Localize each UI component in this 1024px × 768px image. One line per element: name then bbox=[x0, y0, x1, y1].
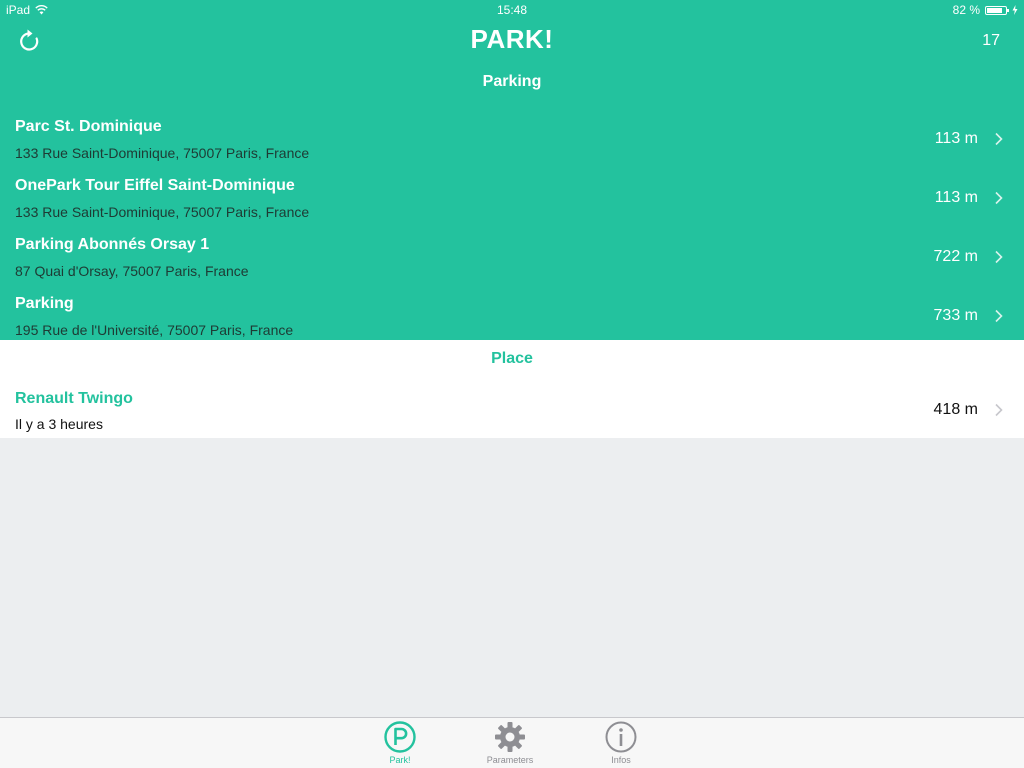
tab-parameters[interactable]: Parameters bbox=[470, 718, 550, 768]
parking-name: Parc St. Dominique bbox=[15, 118, 162, 135]
parking-distance: 113 m bbox=[934, 130, 978, 147]
refresh-button[interactable] bbox=[16, 28, 42, 54]
parking-distance: 733 m bbox=[933, 307, 978, 324]
parking-name: Parking bbox=[15, 295, 74, 312]
battery-level bbox=[987, 7, 1002, 13]
parking-address: 195 Rue de l'Université, 75007 Paris, Fr… bbox=[15, 322, 294, 338]
parking-row[interactable]: OnePark Tour Eiffel Saint-Dominique 133 … bbox=[0, 167, 1024, 226]
tab-bar: Park! Parameters Infos bbox=[0, 717, 1024, 768]
gear-icon bbox=[495, 722, 525, 752]
place-row[interactable]: Renault Twingo Il y a 3 heures 418 m bbox=[0, 385, 1024, 444]
tab-label: Infos bbox=[611, 755, 631, 765]
parking-distance: 722 m bbox=[933, 248, 978, 265]
section-header-parking: Parking bbox=[482, 73, 542, 90]
battery-icon bbox=[985, 5, 1009, 15]
parking-row[interactable]: Parking Abonnés Orsay 1 87 Quai d'Orsay,… bbox=[0, 226, 1024, 285]
place-name: Renault Twingo bbox=[15, 390, 133, 407]
nav-count: 17 bbox=[982, 32, 1000, 49]
parking-icon bbox=[384, 721, 416, 753]
battery-percent: 82 % bbox=[952, 3, 980, 17]
navigation-bar: PARK! 17 bbox=[0, 20, 1024, 64]
tab-infos[interactable]: Infos bbox=[581, 718, 661, 768]
parking-address: 87 Quai d'Orsay, 75007 Paris, France bbox=[15, 263, 249, 279]
chevron-right-icon bbox=[995, 309, 1003, 323]
parking-row[interactable]: Parking 195 Rue de l'Université, 75007 P… bbox=[0, 285, 1024, 344]
chevron-right-icon bbox=[995, 250, 1003, 264]
chevron-right-icon bbox=[995, 403, 1003, 417]
tab-label: Parameters bbox=[486, 755, 534, 765]
refresh-icon bbox=[20, 29, 39, 51]
battery-tip bbox=[1007, 8, 1009, 12]
app-title: PARK! bbox=[470, 24, 554, 54]
status-right: 82 % bbox=[953, 3, 1018, 17]
parking-address: 133 Rue Saint-Dominique, 75007 Paris, Fr… bbox=[15, 204, 310, 220]
parking-list: Parc St. Dominique 133 Rue Saint-Dominiq… bbox=[0, 108, 1024, 344]
parking-row[interactable]: Parc St. Dominique 133 Rue Saint-Dominiq… bbox=[0, 108, 1024, 167]
place-distance: 418 m bbox=[933, 401, 978, 418]
charging-icon bbox=[1012, 5, 1018, 15]
section-header-place: Place bbox=[491, 350, 533, 367]
parking-name: OnePark Tour Eiffel Saint-Dominique bbox=[15, 177, 295, 194]
chevron-right-icon bbox=[995, 132, 1003, 146]
parking-address: 133 Rue Saint-Dominique, 75007 Paris, Fr… bbox=[15, 145, 310, 161]
tab-label: Park! bbox=[389, 755, 411, 765]
place-time-ago: Il y a 3 heures bbox=[15, 416, 103, 432]
tab-park[interactable]: Park! bbox=[360, 718, 440, 768]
chevron-right-icon bbox=[995, 191, 1003, 205]
status-bar: iPad 15:48 82 % bbox=[0, 0, 1024, 20]
status-time: 15:48 bbox=[496, 3, 528, 17]
info-icon bbox=[605, 721, 637, 753]
app-screen: iPad 15:48 82 % PARK! 17 Parking Parc St… bbox=[0, 0, 1024, 768]
place-list: Renault Twingo Il y a 3 heures 418 m bbox=[0, 385, 1024, 444]
parking-name: Parking Abonnés Orsay 1 bbox=[15, 236, 210, 253]
parking-distance: 113 m bbox=[934, 189, 978, 206]
